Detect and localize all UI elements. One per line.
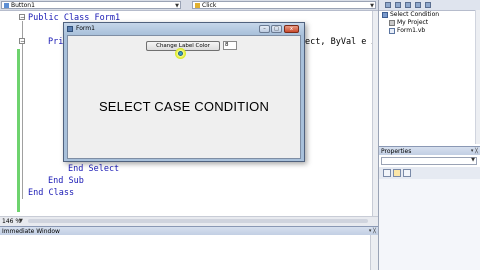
immediate-window-title: Immediate Window ▾ ╳: [0, 226, 378, 235]
property-pages-icon[interactable]: [403, 169, 411, 177]
solution-explorer-scrollbar[interactable]: [475, 10, 480, 144]
horizontal-scrollbar[interactable]: [28, 219, 368, 223]
collapse-icon[interactable]: −: [19, 38, 25, 45]
event-combo-value: Click: [202, 2, 217, 9]
maximize-button[interactable]: □: [271, 25, 282, 33]
properties-panel-title: Properties ▾ ╳: [379, 146, 480, 155]
chevron-down-icon[interactable]: ▼: [370, 2, 374, 10]
select-case-label: SELECT CASE CONDITION: [98, 99, 270, 114]
window-titlebar[interactable]: Form1 – □ x: [64, 23, 304, 35]
chevron-down-icon[interactable]: ▼: [19, 217, 23, 226]
properties-toolbar: [379, 167, 480, 179]
view-code-icon[interactable]: [415, 2, 421, 8]
properties-object-combo[interactable]: ▼: [381, 157, 477, 165]
solution-explorer-toolbar: [379, 0, 480, 11]
chevron-down-icon[interactable]: ▼: [175, 2, 179, 10]
event-combo[interactable]: Click ▼: [192, 1, 376, 9]
vb-file-icon: [389, 27, 395, 34]
properties-grid[interactable]: [379, 179, 480, 270]
solution-icon: [382, 11, 388, 18]
window-title: Form1: [76, 25, 95, 32]
immediate-window[interactable]: Immediate Window ▾ ╳: [0, 226, 378, 270]
value-input[interactable]: 8: [223, 41, 237, 50]
event-icon: [195, 3, 200, 8]
close-button[interactable]: x: [284, 25, 299, 33]
form1-window[interactable]: Form1 – □ x Change Label Color 8 SELECT …: [63, 22, 305, 162]
busy-cursor-icon: [178, 51, 183, 56]
categorized-icon[interactable]: [383, 169, 391, 177]
button-control-icon: [4, 3, 9, 8]
tree-item-my-project[interactable]: My Project: [389, 19, 428, 27]
code-line-sub-end: ect, ByVal e A: [305, 37, 377, 47]
editor-horizontal-bar: 146 % ▼: [0, 216, 378, 226]
collapse-icon[interactable]: −: [19, 14, 25, 21]
show-all-files-icon[interactable]: [395, 2, 401, 8]
form-icon: [67, 26, 73, 32]
minimize-button[interactable]: –: [259, 25, 270, 33]
view-designer-icon[interactable]: [425, 2, 431, 8]
code-line-sub-start: Pri: [48, 37, 64, 47]
chevron-down-icon[interactable]: ▼: [471, 157, 475, 163]
code-line-end-select: End Select: [68, 164, 120, 174]
pin-icon[interactable]: ▾ ╳: [471, 147, 478, 156]
object-combo[interactable]: Button1 ▼: [1, 1, 181, 9]
tree-item-form1[interactable]: Form1.vb: [389, 27, 425, 35]
code-line-end-sub: End Sub: [48, 176, 84, 186]
tree-item-solution[interactable]: Select Condition: [382, 11, 439, 19]
outline-line: [22, 21, 23, 199]
alphabetical-icon[interactable]: [393, 169, 401, 177]
immediate-scrollbar[interactable]: [370, 235, 378, 270]
code-line-end-class: End Class: [28, 188, 75, 198]
code-navigation-bar: Button1 ▼ Click ▼: [0, 0, 378, 11]
project-icon: [389, 19, 395, 26]
properties-icon[interactable]: [385, 2, 391, 8]
object-combo-value: Button1: [11, 2, 35, 9]
form-client-area: Change Label Color 8 SELECT CASE CONDITI…: [67, 35, 301, 159]
right-panels: Select Condition My Project Form1.vb Pro…: [378, 0, 480, 270]
refresh-icon[interactable]: [405, 2, 411, 8]
changed-lines-marker: [17, 49, 20, 212]
